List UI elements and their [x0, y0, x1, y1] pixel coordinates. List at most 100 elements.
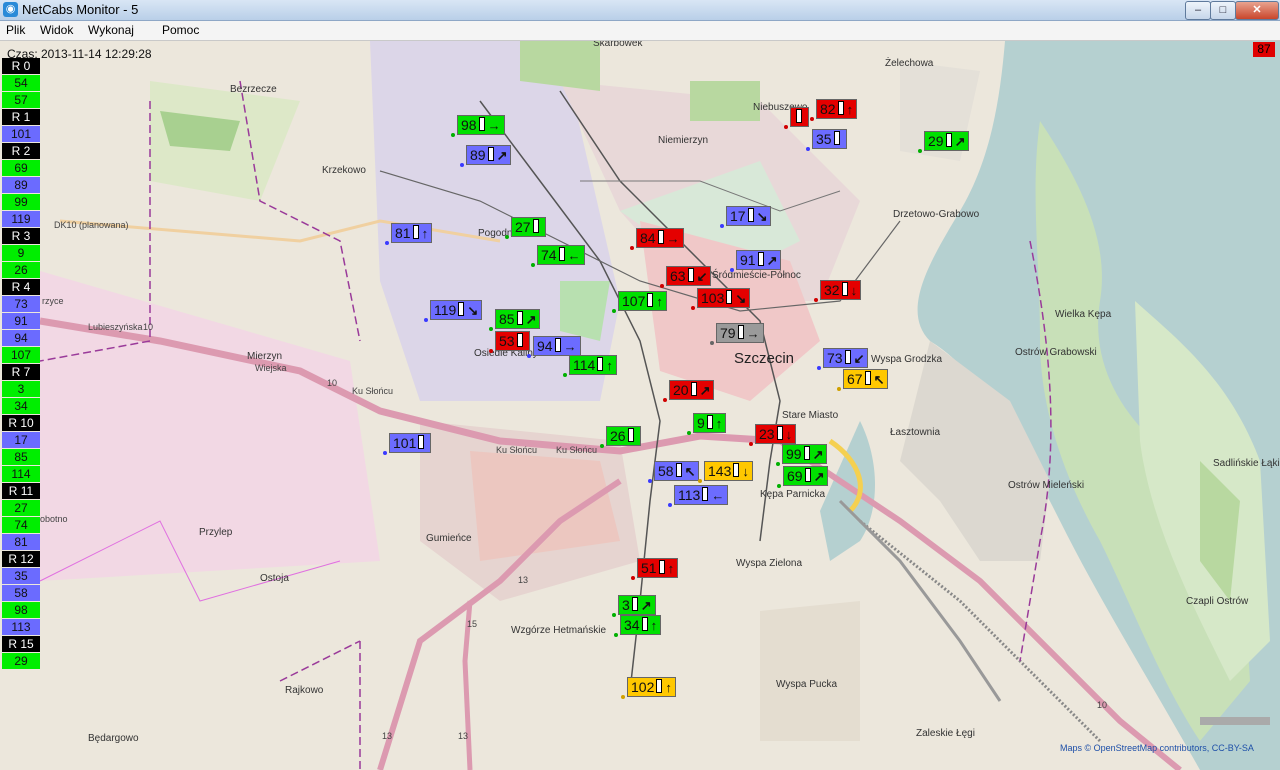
menu-pomoc[interactable]: Pomoc [162, 23, 199, 37]
cab-marker[interactable]: 20 ↗ [669, 380, 715, 400]
queued-cab[interactable]: 54 [2, 75, 40, 91]
status-bar-icon [945, 133, 952, 147]
cab-marker[interactable]: 26 [606, 426, 641, 446]
cab-marker[interactable]: 89 ↗ [466, 145, 512, 165]
queued-cab[interactable]: 9 [2, 245, 40, 261]
status-bar-icon [844, 350, 851, 364]
queued-cab[interactable]: 107 [2, 347, 40, 363]
status-bar-icon [864, 371, 871, 385]
cab-marker[interactable]: 91 ↗ [736, 250, 782, 270]
cab-marker[interactable]: 9 ↑ [693, 413, 727, 433]
queued-cab[interactable]: 58 [2, 585, 40, 601]
status-bar-icon [631, 597, 638, 611]
queued-cab[interactable]: 17 [2, 432, 40, 448]
queued-cab[interactable]: 29 [2, 653, 40, 669]
cab-marker[interactable]: 79 → [716, 323, 764, 343]
cab-marker[interactable]: 35 [812, 129, 847, 149]
heading-arrow-icon: ↗ [954, 134, 966, 149]
cab-marker[interactable]: 3 ↗ [618, 595, 656, 615]
map-label-ku-sloncu: Ku Słońcu [352, 386, 394, 396]
cab-marker[interactable]: 103 ↘ [697, 288, 751, 308]
queued-cab[interactable]: 94 [2, 330, 40, 346]
route-shield-13: 13 [518, 575, 529, 585]
cab-marker[interactable]: 84 → [636, 228, 684, 248]
queued-cab[interactable]: 89 [2, 177, 40, 193]
queued-cab[interactable]: 57 [2, 92, 40, 108]
cab-marker[interactable]: 81 ↑ [391, 223, 433, 243]
cab-marker[interactable]: 17 ↘ [726, 206, 772, 226]
cab-marker[interactable]: 63 ↙ [666, 266, 712, 286]
cab-number: 79 [720, 325, 736, 341]
status-bar-icon [733, 463, 740, 477]
cab-position-dot [631, 576, 635, 580]
queued-cab[interactable]: 26 [2, 262, 40, 278]
map-attribution[interactable]: Maps © OpenStreetMap contributors, CC-BY… [1060, 743, 1254, 753]
cab-marker[interactable]: 114 ↑ [569, 355, 617, 375]
queued-cab[interactable]: 114 [2, 466, 40, 482]
status-bar-icon [458, 302, 465, 316]
cab-marker[interactable]: 27 [511, 217, 546, 237]
cab-number: 27 [515, 219, 531, 235]
queued-cab[interactable]: 91 [2, 313, 40, 329]
queued-cab[interactable]: 81 [2, 534, 40, 550]
cab-marker[interactable]: 99 ↗ [782, 444, 828, 464]
close-button[interactable]: ✕ [1235, 1, 1279, 20]
queued-cab[interactable]: 113 [2, 619, 40, 635]
cab-marker[interactable]: 101 [389, 433, 432, 453]
cab-marker[interactable]: 102 ↑ [627, 677, 676, 697]
status-bar-icon [702, 487, 709, 501]
cab-marker[interactable]: 32 ↓ [820, 280, 862, 300]
queued-cab[interactable]: 98 [2, 602, 40, 618]
cab-marker[interactable]: 69 ↗ [783, 466, 829, 486]
cab-marker[interactable]: 82 ↑ [816, 99, 858, 119]
cab-number: 119 [434, 302, 457, 318]
cab-marker[interactable]: 107 ↑ [618, 291, 667, 311]
cab-marker[interactable]: 73 ↙ [823, 348, 869, 368]
queued-cab[interactable]: 74 [2, 517, 40, 533]
cab-position-dot [600, 444, 604, 448]
queued-cab[interactable]: 101 [2, 126, 40, 142]
cab-position-dot [918, 149, 922, 153]
maximize-button[interactable]: □ [1210, 1, 1236, 20]
map-view[interactable]: Czas: 2013-11-14 12:29:28 87 Skarbowek Ż… [0, 41, 1280, 770]
cab-marker[interactable]: 29 ↗ [924, 131, 970, 151]
heading-arrow-icon: ↑ [656, 294, 663, 309]
queued-cab[interactable]: 3 [2, 381, 40, 397]
queued-cab[interactable]: 119 [2, 211, 40, 227]
heading-arrow-icon: ↑ [421, 226, 429, 241]
cab-marker[interactable]: 98 → [457, 115, 505, 135]
status-bar-icon [687, 268, 694, 282]
heading-arrow-icon: → [487, 118, 501, 133]
queued-cab[interactable]: 69 [2, 160, 40, 176]
cab-position-dot [817, 366, 821, 370]
cab-marker[interactable]: 85 ↗ [495, 309, 541, 329]
menu-widok[interactable]: Widok [40, 23, 73, 37]
cab-marker[interactable]: 51 ↑ [637, 558, 679, 578]
queued-cab[interactable]: 34 [2, 398, 40, 414]
cab-number: 99 [786, 446, 802, 462]
cab-marker[interactable]: 53 [495, 331, 530, 351]
minimize-button[interactable]: – [1185, 1, 1211, 20]
queued-cab[interactable]: 27 [2, 500, 40, 516]
cab-marker[interactable]: 34 ↑ [620, 615, 662, 635]
status-bar-icon [841, 282, 848, 296]
cab-marker[interactable]: 113 ← [674, 485, 729, 505]
map-background [39, 41, 1280, 770]
cab-marker[interactable]: 58 ↖ [654, 461, 700, 481]
queued-cab[interactable]: 73 [2, 296, 40, 312]
cab-marker[interactable] [790, 107, 809, 127]
menu-plik[interactable]: Plik [6, 23, 25, 37]
queued-cab[interactable]: 99 [2, 194, 40, 210]
menu-wykonaj[interactable]: Wykonaj [88, 23, 134, 37]
cab-marker[interactable]: 23 ↓ [755, 424, 797, 444]
cab-marker[interactable]: 143 ↓ [704, 461, 753, 481]
cab-marker[interactable]: 74 ← [537, 245, 585, 265]
cab-marker[interactable]: 94 → [533, 336, 581, 356]
map-label-obotno: obotno [40, 514, 68, 524]
cab-marker[interactable]: 119 ↘ [430, 300, 483, 320]
cab-position-dot [648, 479, 652, 483]
cab-marker[interactable]: 67 ↖ [843, 369, 889, 389]
window-title: NetCabs Monitor - 5 [22, 2, 139, 17]
queued-cab[interactable]: 85 [2, 449, 40, 465]
queued-cab[interactable]: 35 [2, 568, 40, 584]
